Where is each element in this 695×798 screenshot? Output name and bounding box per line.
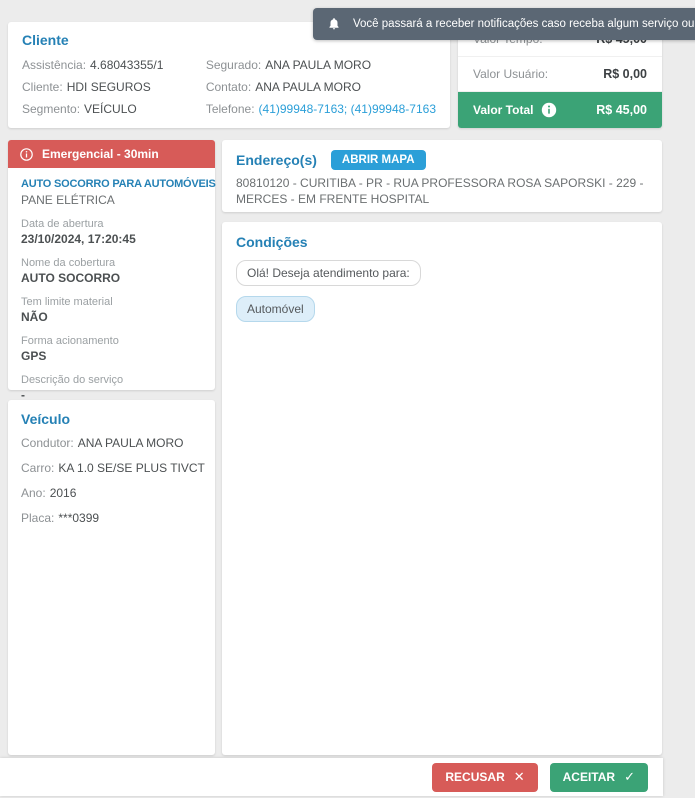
valor-total-value: R$ 45,00 (596, 103, 647, 117)
service-body: AUTO SOCORRO PARA AUTOMÓVEIS PANE ELÉTRI… (8, 168, 216, 423)
conditions-message: Olá! Deseja atendimento para: (236, 260, 421, 286)
conditions-chip-row: Automóvel (236, 296, 648, 322)
notification-toast[interactable]: Você passará a receber notificações caso… (313, 8, 695, 40)
address-header: Endereço(s) ABRIR MAPA (236, 150, 648, 170)
valor-usuario-label: Valor Usuário: (473, 67, 549, 81)
client-columns: Assistência: 4.68043355/1 Cliente: HDI SEG… (22, 54, 436, 120)
valor-usuario-value: R$ 0,00 (603, 67, 647, 81)
service-field: Descrição do serviço - (21, 374, 124, 402)
vehicle-card-title: Veículo (21, 411, 71, 427)
service-field: Nome da cobertura AUTO SOCORRO (21, 257, 121, 285)
client-right-fields: Segurado: ANA PAULA MORO Contato: ANA PAUL… (206, 54, 436, 120)
accept-button-label: ACEITAR (562, 770, 616, 784)
phone-link[interactable]: (41)99948-7163; (41)99948-7163 (259, 102, 436, 116)
vehicle-type-chip[interactable]: Automóvel (236, 296, 315, 322)
page: Cliente Assistência: 4.68043355/1 Cliente… (0, 0, 695, 798)
client-right-list: Segurado: ANA PAULA MORO Contato: ANA PAUL… (206, 54, 436, 98)
check-icon: ✓ (624, 769, 635, 785)
vehicle-fields: Condutor: ANA PAULA MORO Carro: KA 1.0 SE/… (21, 431, 205, 531)
client-field: Cliente: HDI SEGUROS (22, 80, 151, 94)
address-card: Endereço(s) ABRIR MAPA 80810120 - CURITI… (222, 140, 662, 212)
vehicle-field: Ano: 2016 (21, 486, 77, 500)
decline-button-label: RECUSAR (445, 770, 505, 784)
client-field: Segurado: ANA PAULA MORO (205, 58, 372, 72)
emergency-badge: Emergencial - 30min (8, 140, 215, 168)
client-field: Segmento: VEÍCULO (22, 102, 137, 116)
vehicle-field: Condutor: ANA PAULA MORO (21, 436, 184, 450)
alert-info-icon (19, 147, 34, 162)
client-field: Contato: ANA PAULA MORO (205, 80, 362, 94)
open-map-button[interactable]: ABRIR MAPA (330, 150, 426, 170)
valor-total-row: Valor Total R$ 45,00 (458, 92, 662, 128)
conditions-card-title: Condições (236, 234, 308, 250)
valor-usuario-row: Valor Usuário: R$ 0,00 (458, 57, 662, 92)
valor-total-label: Valor Total (473, 103, 534, 117)
service-name: AUTO SOCORRO PARA AUTOMÓVEIS (21, 178, 216, 190)
conditions-card: Condições Olá! Deseja atendimento para: … (222, 222, 662, 755)
notification-text: Você passará a receber notificações caso… (353, 18, 695, 30)
emergency-badge-label: Emergencial - 30min (42, 147, 159, 161)
vehicle-field: Placa: ***0399 (21, 511, 100, 525)
service-field: Data de abertura 23/10/2024, 17:20:45 (21, 218, 136, 246)
action-bar: RECUSAR ✕ ACEITAR ✓ (0, 758, 663, 796)
service-field: Forma acionamento GPS (21, 335, 119, 363)
vehicle-field: Carro: KA 1.0 SE/SE PLUS TIVCT (21, 461, 205, 475)
accept-button[interactable]: ACEITAR ✓ (549, 762, 648, 792)
decline-button[interactable]: RECUSAR ✕ (432, 762, 538, 792)
close-icon: ✕ (513, 769, 525, 785)
vehicle-card: Veículo Condutor: ANA PAULA MORO Carro: KA… (8, 400, 215, 755)
client-left-fields: Assistência: 4.68043355/1 Cliente: HDI SEG… (22, 54, 206, 120)
address-text: 80810120 - CURITIBA - PR - RUA PROFESSOR… (236, 176, 644, 206)
conditions-message-row: Olá! Deseja atendimento para: (236, 260, 648, 286)
bell-icon (327, 17, 341, 31)
address-card-title: Endereço(s) (236, 152, 317, 168)
service-card: Emergencial - 30min AUTO SOCORRO PARA AU… (8, 140, 216, 402)
phone-line: Telefone: (41)99948-7163; (41)99948-7163 (205, 102, 436, 116)
service-field: Tem limite material NÃO (21, 296, 113, 324)
service-subtitle: PANE ELÉTRICA (21, 193, 115, 207)
service-fields: Data de abertura 23/10/2024, 17:20:45 No… (21, 218, 202, 402)
client-field: Assistência: 4.68043355/1 (22, 58, 164, 72)
info-icon[interactable] (541, 102, 557, 118)
